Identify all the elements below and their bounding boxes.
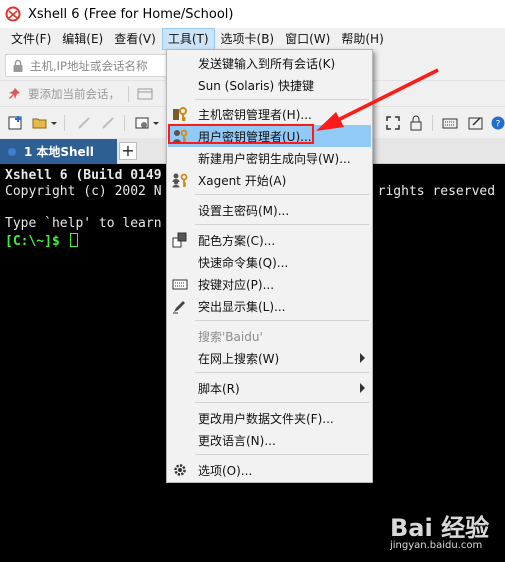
menu-item-host-key-manager[interactable]: 主机密钥管理者(H)...: [168, 103, 371, 125]
submenu-arrow-icon: [360, 353, 365, 363]
watermark-url: jingyan.baidu.com: [390, 540, 483, 551]
color-scheme-icon: [172, 232, 187, 248]
disconnect-icon[interactable]: [100, 115, 116, 131]
menu-edit[interactable]: 编辑(E): [57, 28, 108, 50]
fullscreen-icon[interactable]: [385, 115, 401, 131]
menu-item-label: 按键对应(P)...: [198, 277, 275, 292]
menu-tabs[interactable]: 选项卡(B): [216, 28, 280, 50]
terminal-line-copyright: Copyright (c) 2002 N: [5, 184, 162, 199]
gear-icon: [174, 464, 186, 476]
tab-status-dot: [8, 147, 16, 156]
xagent-icon: [172, 173, 188, 188]
svg-text:?: ?: [496, 120, 501, 130]
open-folder-icon[interactable]: [32, 115, 48, 131]
menu-item-send-keys-all[interactable]: 发送键输入到所有会话(K): [168, 52, 371, 74]
terminal-prompt-line: [C:\~]$: [5, 233, 78, 249]
keyboard-icon[interactable]: [442, 115, 458, 131]
lock-icon: [13, 59, 23, 72]
properties-icon[interactable]: [134, 115, 150, 131]
terminal-line-help: Type `help' to learn: [5, 216, 162, 231]
toolbar-separator: [64, 115, 65, 131]
title-bar: Xshell 6 (Free for Home/School): [0, 0, 505, 28]
menu-item-label: 发送键输入到所有会话(K): [198, 56, 336, 71]
session-list-icon[interactable]: [137, 87, 153, 101]
menu-view[interactable]: 查看(V): [109, 28, 161, 50]
host-address-input[interactable]: 主机,IP地址或会话名称: [5, 54, 170, 77]
menu-item-label: Sun (Solaris) 快捷键: [198, 78, 314, 93]
terminal-line-build: Xshell 6 (Build 0149: [5, 168, 162, 183]
menu-separator: [195, 372, 369, 373]
hint-separator: [128, 85, 129, 102]
open-dropdown-icon[interactable]: [50, 115, 58, 131]
menu-item-label: 快速命令集(Q)...: [198, 255, 289, 270]
pin-icon: [9, 87, 20, 99]
address-placeholder: 主机,IP地址或会话名称: [30, 58, 148, 73]
menu-item-scripts[interactable]: 脚本(R): [168, 377, 371, 399]
add-tab-button[interactable]: +: [119, 142, 137, 160]
tab-number: 1: [24, 144, 33, 159]
menu-item-change-user-data-folder[interactable]: 更改用户数据文件夹(F)...: [168, 407, 371, 429]
reconnect-icon[interactable]: [76, 115, 92, 131]
menu-item-label: 突出显示集(L)...: [198, 299, 286, 314]
menu-item-color-scheme[interactable]: 配色方案(C)...: [168, 229, 371, 251]
lock-screen-icon[interactable]: [408, 115, 424, 131]
menu-separator: [195, 99, 369, 100]
toolbar-separator: [432, 115, 433, 131]
menu-item-new-user-key-wizard[interactable]: 新建用户密钥生成向导(W)...: [168, 147, 371, 169]
menu-separator: [195, 402, 369, 403]
menu-separator: [195, 454, 369, 455]
annotation-highlight-box: [168, 124, 314, 144]
menu-item-search-baidu: 搜索'Baidu': [168, 325, 371, 347]
tab-local-shell[interactable]: 1 本地Shell: [0, 139, 117, 164]
menu-item-key-mapping[interactable]: 按键对应(P)...: [168, 273, 371, 295]
menu-tools[interactable]: 工具(T): [161, 28, 215, 50]
menu-window[interactable]: 窗口(W): [280, 28, 335, 50]
menu-item-label: 新建用户密钥生成向导(W)...: [198, 151, 351, 166]
menu-item-label: 设置主密码(M)...: [198, 203, 290, 218]
menu-item-label: 更改语言(N)...: [198, 433, 276, 448]
menu-item-label: 更改用户数据文件夹(F)...: [198, 411, 334, 426]
properties-dropdown-icon[interactable]: [152, 115, 160, 131]
menu-item-search-web[interactable]: 在网上搜索(W): [168, 347, 371, 369]
submenu-arrow-icon: [360, 383, 365, 393]
menu-item-label: 在网上搜索(W): [198, 351, 280, 366]
new-session-icon[interactable]: [8, 115, 24, 131]
menu-item-highlight-sets[interactable]: 突出显示集(L)...: [168, 295, 371, 317]
toolbar-separator: [124, 115, 125, 131]
menu-help[interactable]: 帮助(H): [336, 28, 388, 50]
menu-separator: [195, 224, 369, 225]
menu-file[interactable]: 文件(F): [6, 28, 56, 50]
menu-item-quick-commands[interactable]: 快速命令集(Q)...: [168, 251, 371, 273]
highlight-icon: [173, 301, 185, 314]
menu-item-change-language[interactable]: 更改语言(N)...: [168, 429, 371, 451]
keyboard-icon: [172, 279, 188, 290]
menu-item-label: Xagent 开始(A): [198, 173, 287, 188]
menu-item-options[interactable]: 选项(O)...: [168, 459, 371, 481]
xshell-logo-icon: [5, 6, 21, 22]
host-key-icon: [173, 107, 187, 121]
terminal-prompt: [C:\~]$: [5, 234, 68, 249]
watermark-title: Bai 经验: [390, 514, 490, 542]
baidu-jingyan-watermark: Bai 经验 jingyan.baidu.com: [390, 508, 502, 558]
terminal-line-rights: l rights reserved: [362, 184, 496, 199]
menu-item-label: 选项(O)...: [198, 463, 253, 478]
tab-label: 本地Shell: [36, 145, 94, 159]
menu-separator: [195, 194, 369, 195]
help-icon[interactable]: ?: [490, 115, 505, 131]
menu-item-label: 脚本(R): [198, 381, 240, 396]
compose-icon[interactable]: [468, 115, 484, 131]
menu-separator: [195, 320, 369, 321]
menu-item-sun-shortcuts[interactable]: Sun (Solaris) 快捷键: [168, 74, 371, 96]
menu-item-label: 主机密钥管理者(H)...: [198, 107, 312, 122]
window-title: Xshell 6 (Free for Home/School): [28, 6, 234, 22]
menu-bar: 文件(F) 编辑(E) 查看(V) 工具(T) 选项卡(B) 窗口(W) 帮助(…: [0, 28, 505, 50]
menu-item-label: 搜索'Baidu': [198, 329, 263, 344]
session-hint-text: 要添加当前会话，: [28, 86, 120, 101]
menu-item-xagent-start[interactable]: Xagent 开始(A): [168, 169, 371, 191]
tools-dropdown-menu: 发送键输入到所有会话(K) Sun (Solaris) 快捷键 主机密钥管理者(…: [166, 49, 373, 483]
terminal-cursor: [69, 233, 78, 247]
menu-item-set-master-password[interactable]: 设置主密码(M)...: [168, 199, 371, 221]
menu-item-label: 配色方案(C)...: [198, 233, 276, 248]
